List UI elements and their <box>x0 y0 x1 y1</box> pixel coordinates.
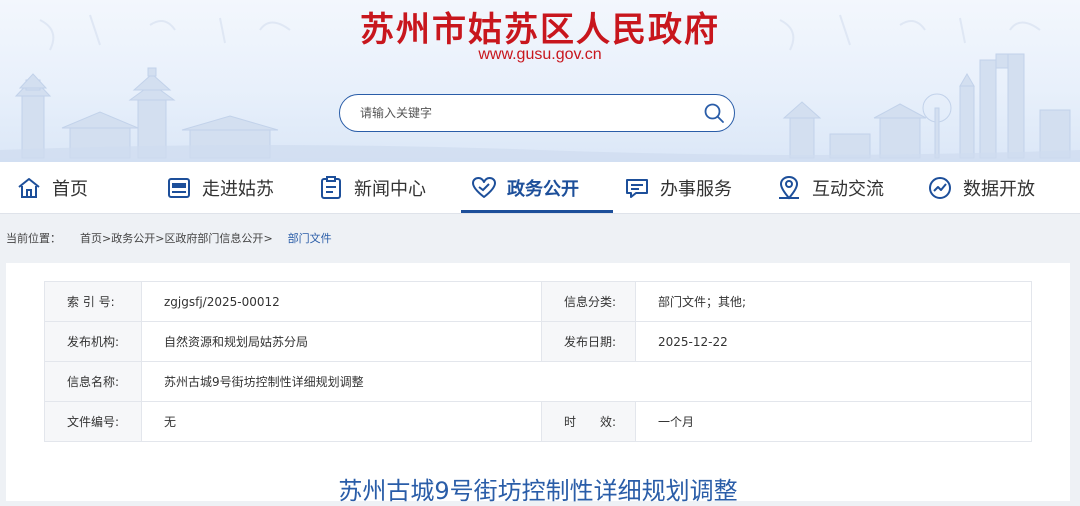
breadcrumb-separator: > <box>102 232 112 245</box>
breadcrumb-department-info[interactable]: 区政府部门信息公开 <box>164 230 263 246</box>
news-card-icon <box>166 175 192 201</box>
nav-label: 办事服务 <box>660 179 732 200</box>
publisher-value: 自然资源和规划局姑苏分局 <box>141 321 542 362</box>
index-number-label: 索 引 号: <box>44 281 142 322</box>
site-banner: 苏州市姑苏区人民政府 www.gusu.gov.cn <box>0 0 1080 162</box>
nav-item-government-affairs[interactable]: 政务公开 <box>471 162 579 214</box>
map-pin-icon <box>776 175 802 201</box>
search-box <box>339 94 735 132</box>
info-category-value: 部门文件；其他; <box>635 281 1032 322</box>
info-table: 索 引 号: zgjgsfj/2025-00012 信息分类: 部门文件；其他;… <box>44 281 1032 442</box>
breadcrumb-government-affairs[interactable]: 政务公开 <box>111 230 155 246</box>
nav-item-home[interactable]: 首页 <box>16 162 88 214</box>
content-panel: 索 引 号: zgjgsfj/2025-00012 信息分类: 部门文件；其他;… <box>6 263 1070 505</box>
nav-item-open-data[interactable]: 数据开放 <box>927 162 1035 214</box>
table-row: 发布机构: 自然资源和规划局姑苏分局 发布日期: 2025-12-22 <box>44 321 1032 362</box>
heart-icon <box>471 175 497 201</box>
publisher-label: 发布机构: <box>44 321 142 362</box>
nav-item-about-gusu[interactable]: 走进姑苏 <box>166 162 274 214</box>
main-nav: 首页 走进姑苏 新闻中心 政务公开 办事服务 互动交流 数据开放 <box>0 162 1080 214</box>
nav-label: 首页 <box>52 179 88 200</box>
table-row: 文件编号: 无 时 效: 一个月 <box>44 401 1032 442</box>
table-row: 索 引 号: zgjgsfj/2025-00012 信息分类: 部门文件；其他; <box>44 281 1032 322</box>
breadcrumb-home[interactable]: 首页 <box>80 230 102 246</box>
index-number-value: zgjgsfj/2025-00012 <box>141 281 542 322</box>
site-title: 苏州市姑苏区人民政府 <box>360 10 720 50</box>
home-icon <box>16 175 42 201</box>
file-number-label: 文件编号: <box>44 401 142 442</box>
nav-label: 互动交流 <box>812 179 884 200</box>
nav-label: 政务公开 <box>507 179 579 200</box>
nav-label: 数据开放 <box>963 179 1035 200</box>
info-name-label: 信息名称: <box>44 361 142 402</box>
breadcrumb: 当前位置： 首页>政务公开>区政府部门信息公开> 部门文件 <box>6 230 332 248</box>
file-number-value: 无 <box>141 401 542 442</box>
search-input[interactable] <box>358 101 688 125</box>
nav-label: 走进姑苏 <box>202 179 274 200</box>
info-category-label: 信息分类: <box>541 281 636 322</box>
nav-item-news-center[interactable]: 新闻中心 <box>318 162 426 214</box>
breadcrumb-prefix: 当前位置： <box>6 232 61 245</box>
breadcrumb-current[interactable]: 部门文件 <box>288 230 332 246</box>
publish-date-value: 2025-12-22 <box>635 321 1032 362</box>
nav-item-interaction[interactable]: 互动交流 <box>776 162 884 214</box>
chart-circle-icon <box>927 175 953 201</box>
search-icon[interactable] <box>702 101 726 125</box>
publish-date-label: 发布日期: <box>541 321 636 362</box>
clipboard-icon <box>318 175 344 201</box>
validity-value: 一个月 <box>635 401 1032 442</box>
active-nav-indicator <box>461 210 613 213</box>
info-name-value: 苏州古城9号街坊控制性详细规划调整 <box>141 361 1032 402</box>
site-url[interactable]: www.gusu.gov.cn <box>0 46 1080 64</box>
table-row: 信息名称: 苏州古城9号街坊控制性详细规划调整 <box>44 361 1032 402</box>
nav-label: 新闻中心 <box>354 179 426 200</box>
breadcrumb-separator: > <box>263 232 273 245</box>
chat-icon <box>624 175 650 201</box>
nav-item-services[interactable]: 办事服务 <box>624 162 732 214</box>
breadcrumb-separator: > <box>155 232 165 245</box>
validity-label: 时 效: <box>541 401 636 442</box>
